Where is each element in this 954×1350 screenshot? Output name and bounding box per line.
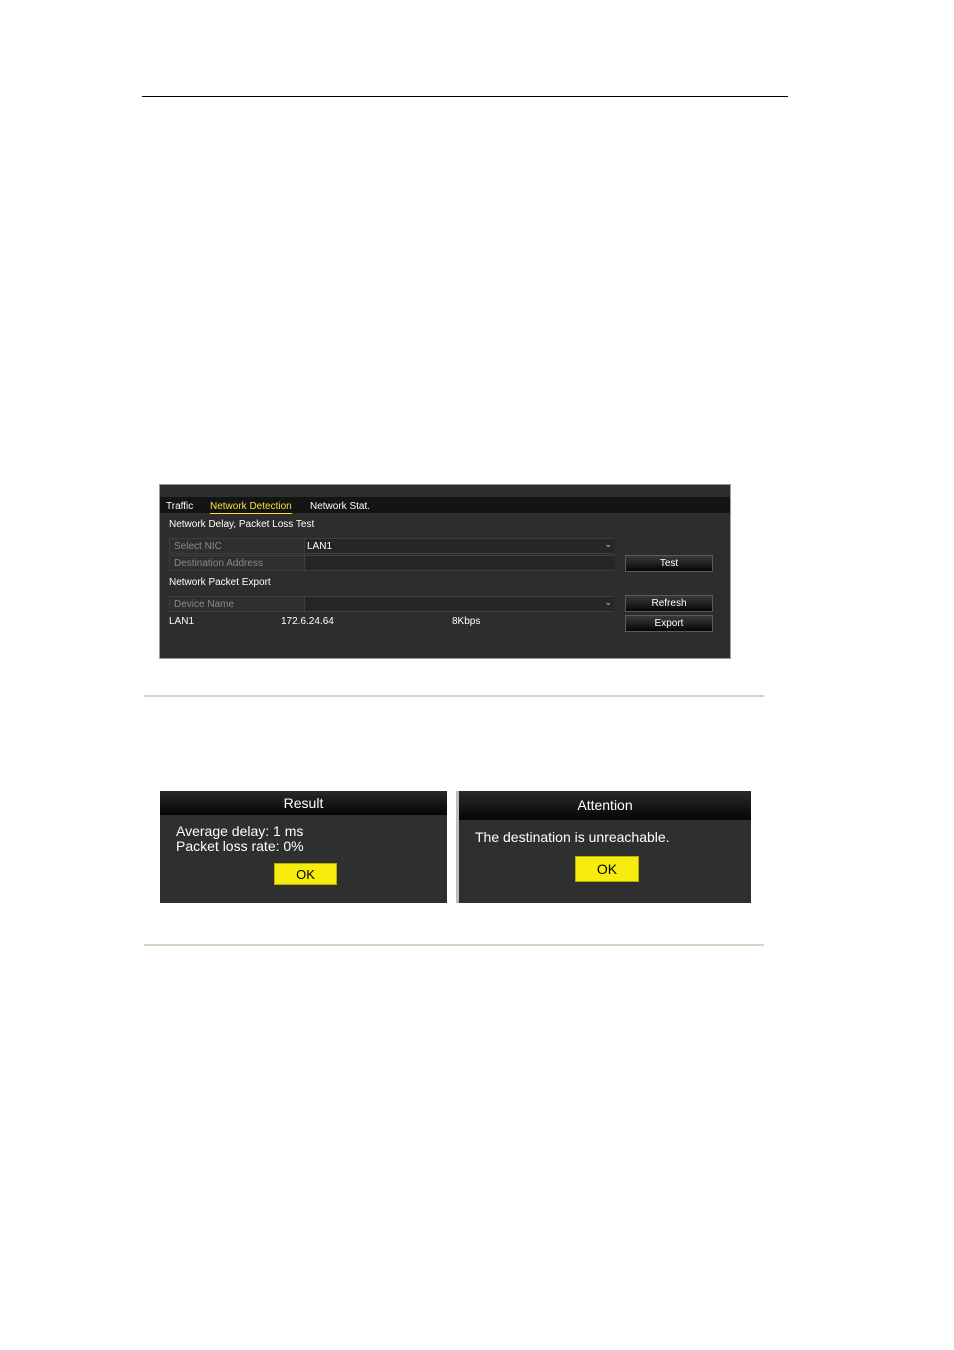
select-nic-label: Select NIC [174, 541, 222, 552]
tab-network-stat[interactable]: Network Stat. [310, 501, 370, 513]
device-name-row: Device Name ⌄ [169, 596, 615, 612]
result-ok-button[interactable]: OK [274, 863, 337, 885]
row-ip: 172.6.24.64 [281, 616, 334, 627]
average-delay-text: Average delay: 1 ms [176, 823, 304, 839]
section-divider-bottom [144, 944, 764, 946]
header-rule [142, 96, 788, 97]
select-nic-row: Select NIC LAN1 ⌄ [169, 538, 615, 554]
section-divider [144, 695, 764, 697]
network-detection-panel: Traffic Network Detection Network Stat. … [159, 484, 731, 659]
device-name-dropdown[interactable]: ⌄ [304, 597, 615, 611]
tab-traffic[interactable]: Traffic [166, 501, 193, 513]
destination-label: Destination Address [174, 558, 263, 569]
attention-dialog-title: Attention [459, 791, 751, 820]
result-dialog-title: Result [160, 791, 447, 815]
test-button[interactable]: Test [625, 555, 713, 572]
tab-network-detection[interactable]: Network Detection [210, 501, 292, 514]
attention-dialog: Attention The destination is unreachable… [456, 791, 751, 903]
select-nic-dropdown[interactable]: LAN1 ⌄ [304, 539, 615, 553]
export-section-title: Network Packet Export [169, 577, 271, 588]
unreachable-message: The destination is unreachable. [475, 829, 670, 845]
result-dialog: Result Average delay: 1 ms Packet loss r… [160, 791, 447, 903]
chevron-down-icon: ⌄ [604, 539, 612, 549]
select-nic-value: LAN1 [307, 541, 333, 552]
destination-input[interactable] [304, 556, 615, 570]
delay-section-title: Network Delay, Packet Loss Test [169, 519, 315, 530]
destination-row: Destination Address [169, 555, 615, 571]
row-nic-name: LAN1 [169, 616, 195, 627]
device-name-label: Device Name [174, 599, 235, 610]
attention-ok-button[interactable]: OK [575, 856, 639, 882]
row-rate: 8Kbps [452, 616, 481, 627]
refresh-button[interactable]: Refresh [625, 595, 713, 612]
export-button[interactable]: Export [625, 615, 713, 632]
packet-loss-text: Packet loss rate: 0% [176, 838, 304, 854]
chevron-down-icon: ⌄ [604, 597, 612, 607]
